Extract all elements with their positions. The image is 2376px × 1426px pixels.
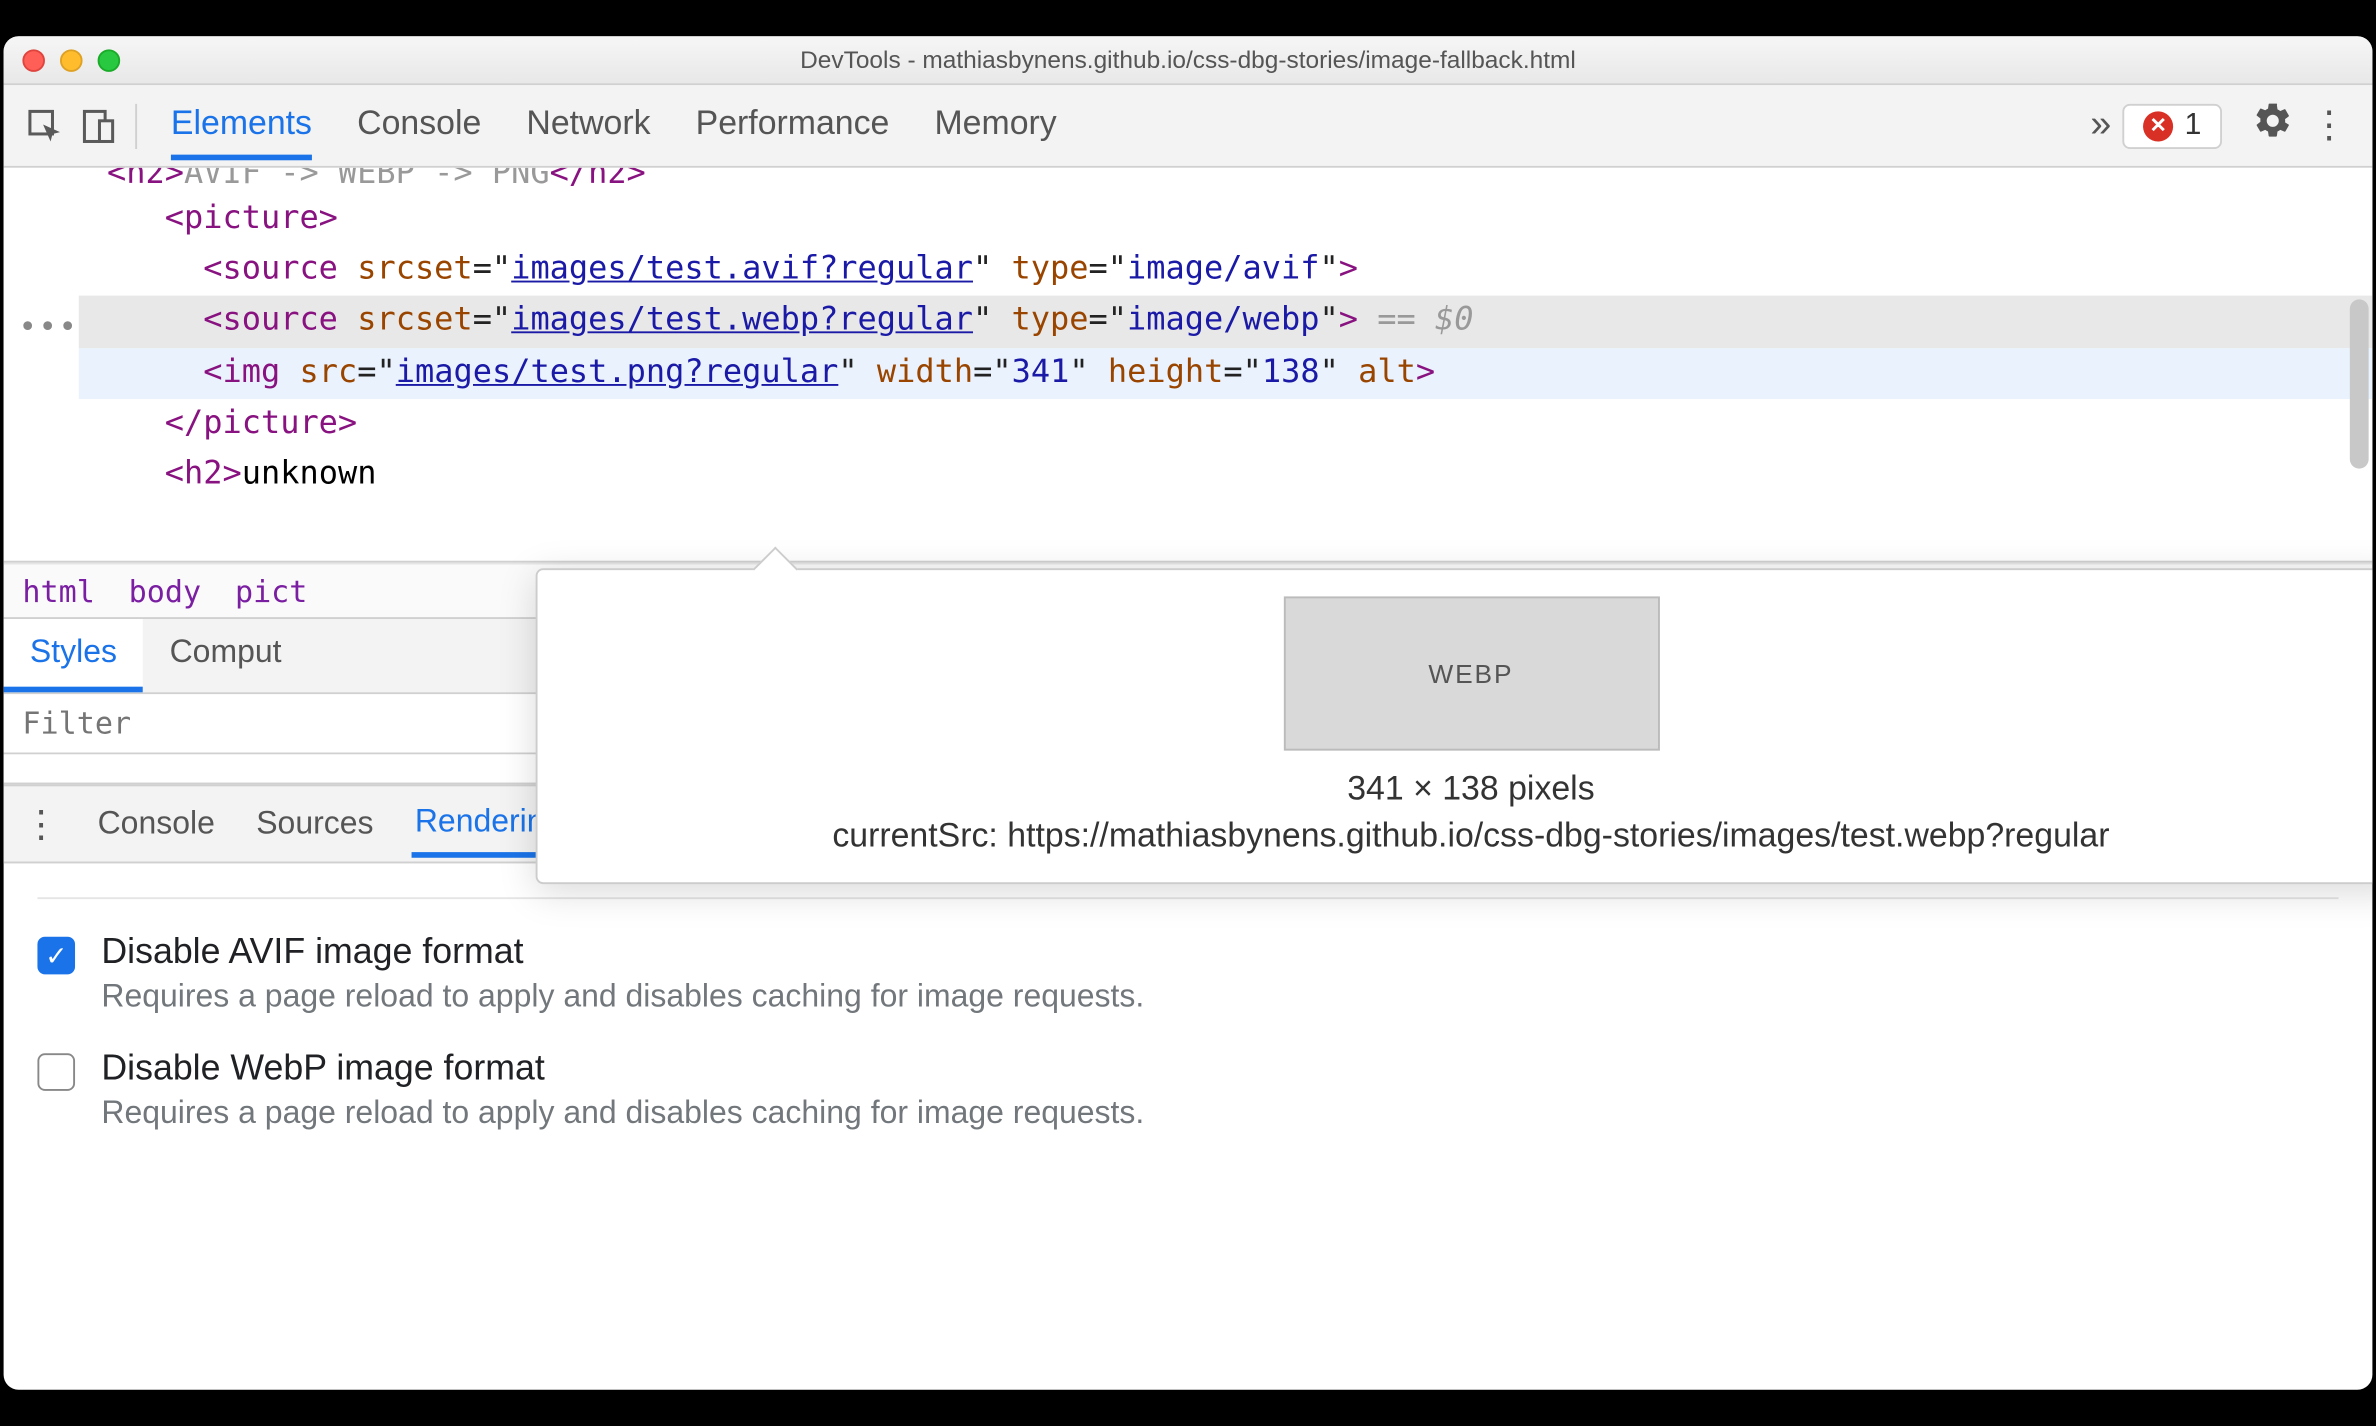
scrollbar[interactable] — [2350, 299, 2369, 468]
error-icon: ✕ — [2143, 110, 2173, 140]
crumb-html[interactable]: html — [22, 573, 94, 609]
window-title: DevTools - mathiasbynens.github.io/css-d… — [4, 46, 2373, 74]
crumb-picture[interactable]: pict — [235, 573, 307, 609]
tab-computed[interactable]: Comput — [143, 619, 308, 692]
option-title: Disable AVIF image format — [101, 933, 1144, 974]
divider — [37, 897, 2338, 899]
error-count: 1 — [2185, 109, 2202, 143]
main-toolbar: Elements Console Network Performance Mem… — [4, 85, 2373, 168]
code-line[interactable]: <h2>unknown — [79, 450, 2373, 501]
tab-elements[interactable]: Elements — [171, 92, 312, 160]
image-preview-tooltip: WEBP 341 × 138 pixels currentSrc: https:… — [536, 568, 2373, 884]
error-badge[interactable]: ✕ 1 — [2123, 103, 2222, 148]
code-line-selected[interactable]: ••• <source srcset="images/test.webp?reg… — [79, 296, 2373, 347]
checkbox-webp[interactable] — [37, 1053, 75, 1091]
drawer-tab-console[interactable]: Console — [94, 794, 219, 854]
checkbox-avif[interactable]: ✓ — [37, 937, 75, 975]
crumb-body[interactable]: body — [129, 573, 201, 609]
kebab-menu-icon[interactable]: ⋮ — [2301, 102, 2357, 149]
tab-console[interactable]: Console — [357, 92, 481, 160]
code-line[interactable]: <picture> — [79, 194, 2373, 245]
code-line[interactable]: <h2>AVIF -> WEBP -> PNG</h2> — [79, 168, 2373, 194]
code-line[interactable]: </picture> — [79, 399, 2373, 450]
more-tabs-icon[interactable]: » — [2079, 104, 2122, 147]
settings-icon[interactable] — [2245, 99, 2301, 152]
drawer-tab-sources[interactable]: Sources — [252, 794, 377, 854]
option-disable-webp[interactable]: Disable WebP image format Requires a pag… — [37, 1050, 2338, 1133]
separator — [135, 103, 137, 148]
option-title: Disable WebP image format — [101, 1050, 1144, 1091]
drawer-menu-icon[interactable]: ⋮ — [22, 800, 60, 847]
tab-network[interactable]: Network — [526, 92, 650, 160]
option-subtitle: Requires a page reload to apply and disa… — [101, 1095, 1144, 1133]
tab-memory[interactable]: Memory — [934, 92, 1056, 160]
preview-dimensions: 341 × 138 pixels — [571, 769, 2370, 808]
preview-thumbnail: WEBP — [1283, 596, 1659, 750]
devtools-window: DevTools - mathiasbynens.github.io/css-d… — [4, 36, 2373, 1390]
tab-performance[interactable]: Performance — [696, 92, 890, 160]
dom-tree[interactable]: <h2>AVIF -> WEBP -> PNG</h2> <picture> <… — [4, 168, 2373, 563]
titlebar: DevTools - mathiasbynens.github.io/css-d… — [4, 36, 2373, 85]
tab-styles[interactable]: Styles — [4, 619, 144, 692]
inspect-icon[interactable] — [19, 107, 72, 145]
device-toggle-icon[interactable] — [71, 107, 124, 145]
code-line[interactable]: <source srcset="images/test.avif?regular… — [79, 245, 2373, 296]
preview-currentsrc: currentSrc: https://mathiasbynens.github… — [571, 816, 2370, 855]
option-disable-avif[interactable]: ✓ Disable AVIF image format Requires a p… — [37, 933, 2338, 1016]
rendering-panel: ✓ Disable AVIF image format Requires a p… — [4, 863, 2373, 1200]
option-subtitle: Requires a page reload to apply and disa… — [101, 978, 1144, 1016]
code-line-hover[interactable]: <img src="images/test.png?regular" width… — [79, 347, 2373, 398]
